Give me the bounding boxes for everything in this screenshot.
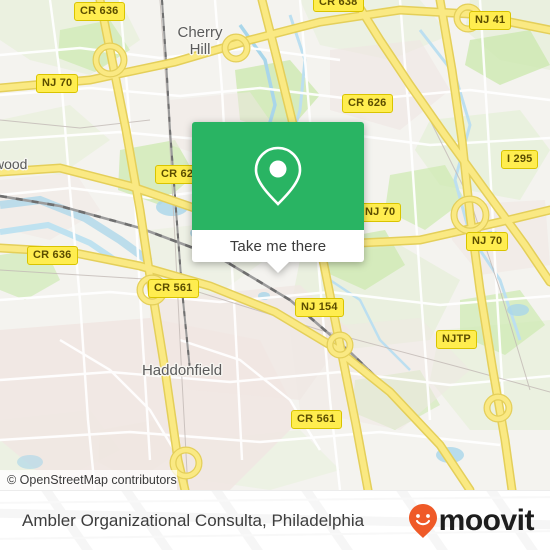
moovit-logo[interactable]: moovit: [408, 503, 535, 539]
map-canvas[interactable]: Cherry Hill wood Haddonfield CR 636 CR 6…: [0, 0, 550, 490]
popup-pointer-tail: [267, 262, 289, 273]
map-attribution[interactable]: © OpenStreetMap contributors: [0, 470, 177, 490]
attribution-text: © OpenStreetMap contributors: [7, 473, 177, 487]
take-me-there-label: Take me there: [229, 237, 327, 255]
popup-icon-area: [192, 122, 364, 230]
moovit-map-screenshot: Cherry Hill wood Haddonfield CR 636 CR 6…: [0, 0, 550, 550]
road-shield-cr-626: CR 626: [342, 94, 393, 113]
road-shield-i-295: I 295: [501, 150, 539, 169]
location-title: Ambler Organizational Consulta, Philadel…: [22, 511, 365, 530]
road-shield-cr-636-w: CR 636: [27, 246, 78, 265]
map-pin-icon: [254, 146, 302, 206]
footer-bar: Ambler Organizational Consulta, Philadel…: [0, 490, 550, 550]
road-shield-cr-636-nw: CR 636: [74, 2, 125, 21]
road-shield-nj-70-nw: NJ 70: [36, 74, 79, 93]
road-shield-cr-561-nw: CR 561: [148, 279, 199, 298]
road-shield-cr-561-s: CR 561: [291, 410, 342, 429]
road-shield-nj-70-east: NJ 70: [466, 232, 509, 251]
road-shield-nj-154: NJ 154: [295, 298, 344, 317]
road-shield-nj-70-mid: NJ 70: [359, 203, 402, 222]
popup-cta-area[interactable]: Take me there: [192, 230, 364, 262]
road-shield-cr-638: CR 638: [313, 0, 364, 12]
location-popup-card[interactable]: Take me there: [192, 122, 364, 273]
road-shield-njtp: NJTP: [436, 330, 477, 349]
moovit-smiley-pin-icon: [408, 504, 437, 538]
moovit-wordmark: moovit: [438, 504, 535, 537]
road-shield-nj-41: NJ 41: [469, 11, 512, 30]
